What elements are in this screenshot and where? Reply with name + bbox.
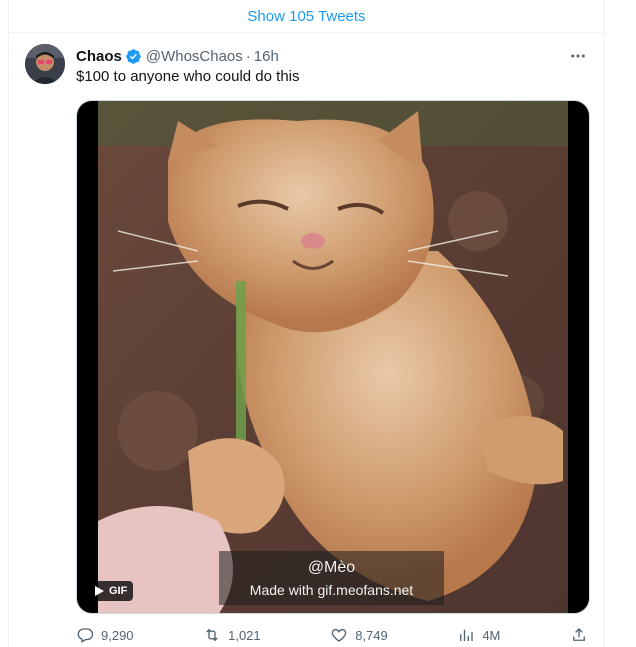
timeline-frame: Show 105 Tweets Chaos @WhosChaos · 16h $…	[8, 0, 605, 647]
gif-image	[98, 101, 568, 613]
share-button[interactable]	[570, 626, 588, 644]
tweet-timestamp[interactable]: 16h	[254, 48, 279, 65]
author-handle[interactable]: @WhosChaos	[146, 48, 243, 65]
view-count: 4M	[482, 627, 501, 643]
tweet-header: Chaos @WhosChaos · 16h	[76, 45, 588, 67]
retweet-button[interactable]: 1,021	[203, 626, 261, 644]
watermark-source: Made with gif.meofans.net	[249, 582, 414, 598]
heart-icon	[331, 628, 347, 642]
like-count: 8,749	[355, 627, 388, 643]
retweet-count: 1,021	[228, 627, 261, 643]
play-icon	[95, 586, 104, 596]
retweet-icon	[206, 628, 218, 642]
tweet-text: $100 to anyone who could do this	[76, 68, 300, 85]
views-button[interactable]: 4M	[457, 626, 500, 644]
like-button[interactable]: 8,749	[330, 626, 388, 644]
tweet-actions: 9,290 1,021 8,749 4M	[76, 624, 588, 646]
more-icon	[571, 54, 585, 58]
analytics-icon	[460, 629, 474, 641]
reply-button[interactable]: 9,290	[76, 626, 134, 644]
gif-play-badge[interactable]: GIF	[91, 581, 134, 601]
share-icon	[573, 628, 585, 641]
show-more-tweets-link[interactable]: Show 105 Tweets	[9, 0, 604, 33]
gif-label: GIF	[109, 585, 128, 597]
gif-watermark: @Mèo Made with gif.meofans.net	[219, 551, 444, 605]
author-name[interactable]: Chaos	[76, 48, 122, 65]
avatar-image	[25, 44, 65, 84]
more-options-button[interactable]	[566, 44, 590, 68]
reply-count: 9,290	[101, 627, 134, 643]
watermark-handle: @Mèo	[307, 559, 356, 576]
reply-icon	[77, 628, 94, 643]
avatar[interactable]	[25, 44, 65, 84]
tweet-media[interactable]: @Mèo Made with gif.meofans.net GIF	[76, 100, 590, 614]
verified-badge-icon	[126, 48, 141, 64]
separator-dot: ·	[245, 47, 251, 65]
